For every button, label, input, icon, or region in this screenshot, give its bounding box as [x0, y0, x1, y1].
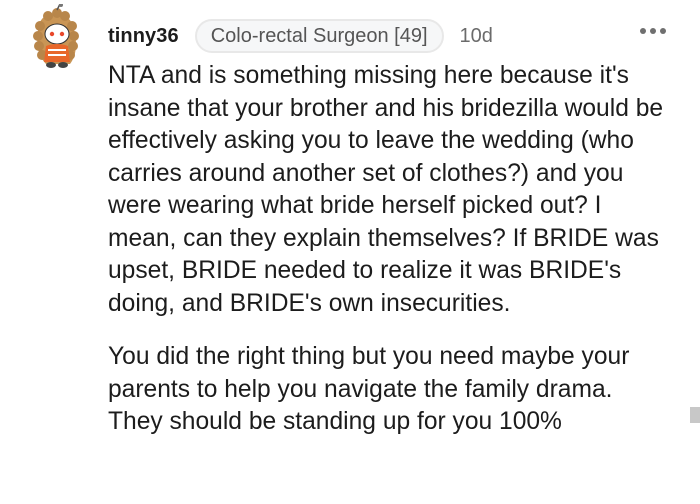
comment-paragraph: NTA and is something missing here becaus… — [108, 62, 664, 317]
user-flair: Colo-rectal Surgeon [49] — [194, 19, 444, 53]
username[interactable]: tinny36 — [108, 25, 179, 48]
comment: tinny36 Colo-rectal Surgeon [49] 10d NTA… — [0, 0, 700, 504]
dot-icon — [660, 28, 666, 34]
dot-icon — [640, 28, 646, 34]
avatar-graphic — [33, 3, 79, 68]
user-avatar-icon[interactable] — [26, 3, 88, 70]
dot-icon — [650, 28, 656, 34]
comment-body: NTA and is something missing here becaus… — [108, 60, 668, 439]
scrollbar-thumb[interactable] — [690, 407, 700, 423]
comment-paragraph: You did the right thing but you need may… — [108, 343, 630, 435]
comment-header: tinny36 Colo-rectal Surgeon [49] 10d — [108, 16, 493, 56]
more-options-icon[interactable] — [640, 27, 666, 35]
timestamp[interactable]: 10d — [460, 25, 493, 48]
